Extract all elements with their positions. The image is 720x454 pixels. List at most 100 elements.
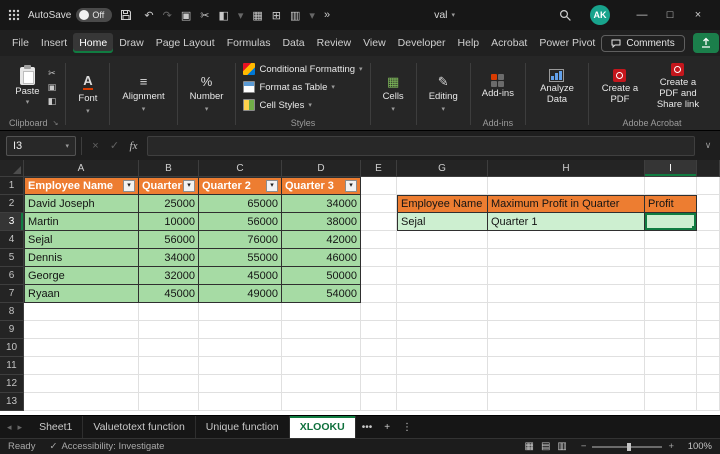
cell-E8[interactable] (361, 303, 397, 321)
row-header-5[interactable]: 5 (0, 249, 24, 267)
cell-B11[interactable] (139, 357, 199, 375)
cell-B6[interactable]: 32000 (139, 267, 199, 285)
cell-G5[interactable] (397, 249, 488, 267)
cell-I2[interactable]: Profit (645, 195, 697, 213)
cell-B5[interactable]: 34000 (139, 249, 199, 267)
cell-D3[interactable]: 38000 (282, 213, 361, 231)
chart-icon[interactable]: ▥ (290, 9, 300, 22)
dialog-launcher-icon[interactable]: ↘ (53, 119, 59, 127)
row-header-6[interactable]: 6 (0, 267, 24, 285)
cell-I8[interactable] (645, 303, 697, 321)
ribbon-tab-page-layout[interactable]: Page Layout (150, 33, 221, 53)
cell-A2[interactable]: David Joseph (24, 195, 139, 213)
cell-C12[interactable] (199, 375, 282, 393)
cell-C3[interactable]: 56000 (199, 213, 282, 231)
cell-I7[interactable] (645, 285, 697, 303)
more-commands-icon[interactable]: » (324, 9, 330, 21)
cell-C6[interactable]: 45000 (199, 267, 282, 285)
more-sheets-icon[interactable]: ••• (356, 422, 379, 433)
tab-scroll-left-icon[interactable]: ◂ (4, 422, 15, 433)
page-layout-view-icon[interactable]: ▤ (541, 441, 550, 452)
formula-input[interactable] (147, 136, 695, 156)
cell-A4[interactable]: Sejal (24, 231, 139, 249)
name-box[interactable]: I3 ▾ (6, 136, 76, 156)
sheet-tab-sheet1[interactable]: Sheet1 (29, 416, 83, 438)
cell-B12[interactable] (139, 375, 199, 393)
cell-E3[interactable] (361, 213, 397, 231)
tab-scroll-right-icon[interactable]: ▸ (15, 422, 26, 433)
zoom-in-button[interactable]: + (668, 441, 674, 452)
cell-I5[interactable] (645, 249, 697, 267)
column-header-C[interactable]: C (199, 160, 282, 177)
sheet-tab-valuetotext-function[interactable]: Valuetotext function (83, 416, 195, 438)
cell-H6[interactable] (488, 267, 645, 285)
ribbon-tab-formulas[interactable]: Formulas (221, 33, 277, 53)
cell-G13[interactable] (397, 393, 488, 411)
clipboard-icon[interactable]: ▣ (181, 9, 191, 22)
filter-button[interactable]: ▾ (266, 180, 278, 192)
cell-I11[interactable] (645, 357, 697, 375)
cell-E2[interactable] (361, 195, 397, 213)
cell-B9[interactable] (139, 321, 199, 339)
enter-icon[interactable]: ✓ (106, 139, 123, 152)
cell-D6[interactable]: 50000 (282, 267, 361, 285)
cell-H4[interactable] (488, 231, 645, 249)
ribbon-tab-data[interactable]: Data (276, 33, 310, 53)
cell-H8[interactable] (488, 303, 645, 321)
editing-button[interactable]: ✎ Editing ▾ (424, 58, 463, 130)
cell-A1[interactable]: Employee Name▾ (24, 177, 139, 195)
cell-E9[interactable] (361, 321, 397, 339)
ribbon-tab-developer[interactable]: Developer (392, 33, 452, 53)
zoom-slider-knob[interactable] (627, 443, 631, 451)
cells-button[interactable]: ▦ Cells ▾ (378, 58, 409, 130)
cell-E13[interactable] (361, 393, 397, 411)
column-header-A[interactable]: A (24, 160, 139, 177)
cell-H1[interactable] (488, 177, 645, 195)
format-painter-icon[interactable]: ◧ (48, 96, 57, 107)
alignment-button[interactable]: ≡ Alignment ▾ (117, 58, 169, 130)
cell-I10[interactable] (645, 339, 697, 357)
column-header-B[interactable]: B (139, 160, 199, 177)
formula-bar-expand-icon[interactable]: ∨ (700, 140, 716, 151)
cell-G9[interactable] (397, 321, 488, 339)
conditional-formatting-button[interactable]: Conditional Formatting ▾ (243, 61, 362, 77)
cell-B1[interactable]: Quarter 1▾ (139, 177, 199, 195)
column-header-E[interactable]: E (361, 160, 397, 177)
sheet-tab-unique-function[interactable]: Unique function (196, 416, 290, 438)
cell-G2[interactable]: Employee Name (397, 195, 488, 213)
cell-E12[interactable] (361, 375, 397, 393)
cell-I13[interactable] (645, 393, 697, 411)
filter-button[interactable]: ▾ (183, 180, 195, 192)
save-icon[interactable] (120, 9, 132, 21)
cell-A3[interactable]: Martin (24, 213, 139, 231)
filter-button[interactable]: ▾ (123, 180, 135, 192)
cell-A5[interactable]: Dennis (24, 249, 139, 267)
dropdown-icon[interactable]: ▾ (238, 9, 244, 22)
cell-H9[interactable] (488, 321, 645, 339)
row-header-12[interactable]: 12 (0, 375, 24, 393)
app-launcher-icon[interactable] (8, 9, 20, 21)
new-sheet-button[interactable]: + (378, 422, 396, 433)
cell-E1[interactable] (361, 177, 397, 195)
cell-D2[interactable]: 34000 (282, 195, 361, 213)
filter-button[interactable]: ▾ (345, 180, 357, 192)
cell-I3[interactable] (645, 213, 697, 231)
font-button[interactable]: A Font ▾ (73, 58, 102, 130)
cell-G1[interactable] (397, 177, 488, 195)
cell-A12[interactable] (24, 375, 139, 393)
zoom-level[interactable]: 100% (680, 441, 712, 452)
cell-A9[interactable] (24, 321, 139, 339)
cell-H13[interactable] (488, 393, 645, 411)
cell-B13[interactable] (139, 393, 199, 411)
cell-G7[interactable] (397, 285, 488, 303)
normal-view-icon[interactable]: ▦ (525, 441, 534, 452)
cell-E6[interactable] (361, 267, 397, 285)
cut-icon[interactable]: ✂ (48, 68, 57, 79)
row-header-13[interactable]: 13 (0, 393, 24, 411)
cut-icon[interactable]: ✂ (200, 9, 209, 22)
row-header-2[interactable]: 2 (0, 195, 24, 213)
ribbon-tab-acrobat[interactable]: Acrobat (485, 33, 533, 53)
cell-D4[interactable]: 42000 (282, 231, 361, 249)
sheet-options-icon[interactable]: ⋮ (396, 422, 418, 433)
select-all-corner[interactable] (0, 160, 24, 177)
